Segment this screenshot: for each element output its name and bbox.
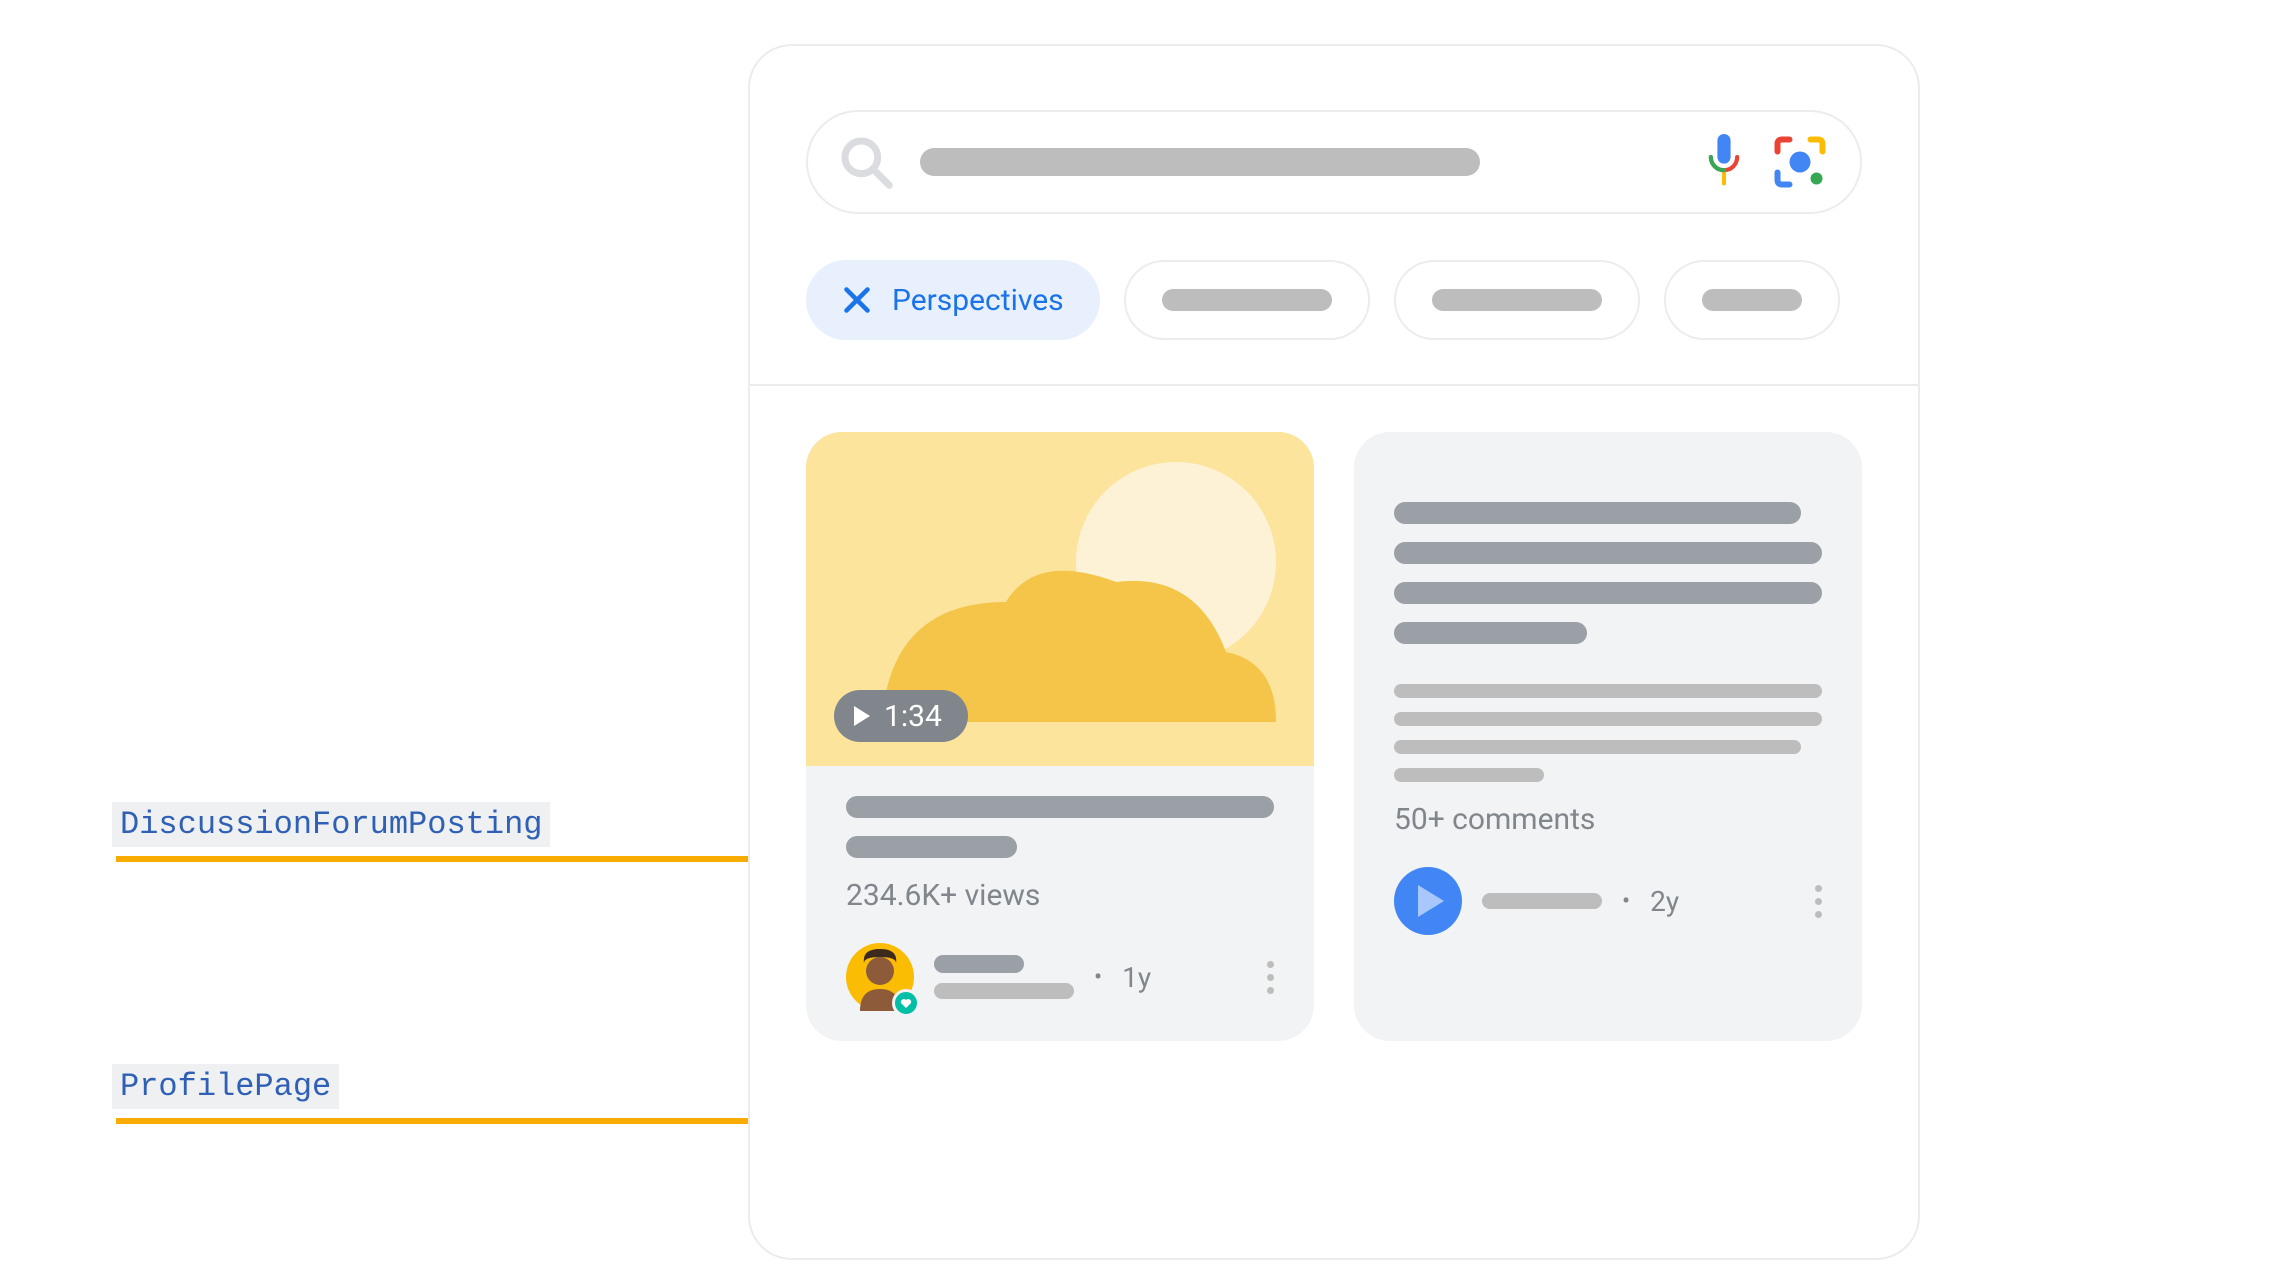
author-sub-placeholder: [934, 983, 1074, 999]
author-name-placeholder: [934, 955, 1024, 973]
title-placeholder-line: [1394, 502, 1801, 524]
card-body: 234.6K+ views: [806, 766, 1314, 913]
body-placeholder-line: [1394, 684, 1822, 698]
video-duration-badge: 1:34: [834, 690, 968, 742]
filter-chips-row: Perspectives: [806, 260, 1920, 340]
author-name-block: [1482, 893, 1602, 909]
more-menu-icon[interactable]: [1267, 961, 1274, 994]
views-count: 234.6K+ views: [846, 878, 1274, 913]
chip-perspectives-label: Perspectives: [892, 283, 1064, 318]
chip-placeholder-bar: [1432, 289, 1602, 311]
search-results-frame: Perspectives: [748, 44, 1920, 1260]
header-divider: [750, 384, 1918, 386]
author-row: • 1y: [806, 943, 1314, 1011]
video-thumbnail: 1:34: [806, 432, 1314, 766]
video-duration-text: 1:34: [884, 699, 942, 734]
author-name-placeholder: [1482, 893, 1602, 909]
more-menu-icon[interactable]: [1815, 885, 1822, 918]
result-card-discussion[interactable]: 50+ comments • 2y: [1354, 432, 1862, 1041]
title-placeholder-line: [1394, 542, 1822, 564]
annotation-profile: ProfilePage: [112, 1064, 339, 1109]
card-body: 50+ comments: [1354, 472, 1862, 837]
close-icon[interactable]: [842, 285, 872, 315]
author-row: • 2y: [1354, 867, 1862, 935]
meta-separator: •: [1094, 963, 1102, 991]
verified-badge-icon: [892, 989, 920, 1017]
author-name-block: [934, 955, 1074, 999]
title-placeholder-line: [846, 796, 1274, 818]
post-age: 2y: [1650, 885, 1679, 918]
chip-placeholder-1[interactable]: [1124, 260, 1370, 340]
body-placeholder-line: [1394, 740, 1801, 754]
annotation-discussion: DiscussionForumPosting: [112, 802, 550, 847]
title-placeholder-line: [1394, 582, 1822, 604]
post-age: 1y: [1122, 961, 1151, 994]
chip-placeholder-2[interactable]: [1394, 260, 1640, 340]
search-icon: [838, 134, 894, 190]
author-avatar[interactable]: [846, 943, 914, 1011]
search-query-placeholder: [920, 148, 1480, 176]
annotation-profile-label: ProfilePage: [112, 1064, 339, 1109]
mic-icon[interactable]: [1704, 134, 1744, 190]
chip-placeholder-bar: [1162, 289, 1332, 311]
body-placeholder-line: [1394, 768, 1544, 782]
results-cards-row: 1:34 234.6K+ views: [806, 432, 1862, 1041]
meta-separator: •: [1622, 887, 1630, 915]
title-placeholder-line: [1394, 622, 1587, 644]
annotation-discussion-label: DiscussionForumPosting: [112, 802, 550, 847]
play-icon: [854, 706, 870, 726]
chip-placeholder-3[interactable]: [1664, 260, 1840, 340]
lens-icon[interactable]: [1770, 132, 1830, 192]
chip-perspectives[interactable]: Perspectives: [806, 260, 1100, 340]
source-avatar-icon[interactable]: [1394, 867, 1462, 935]
search-bar[interactable]: [806, 110, 1862, 214]
body-placeholder-line: [1394, 712, 1822, 726]
chip-placeholder-bar: [1702, 289, 1802, 311]
comments-count: 50+ comments: [1394, 802, 1822, 837]
result-card-video[interactable]: 1:34 234.6K+ views: [806, 432, 1314, 1041]
title-placeholder-line: [846, 836, 1017, 858]
